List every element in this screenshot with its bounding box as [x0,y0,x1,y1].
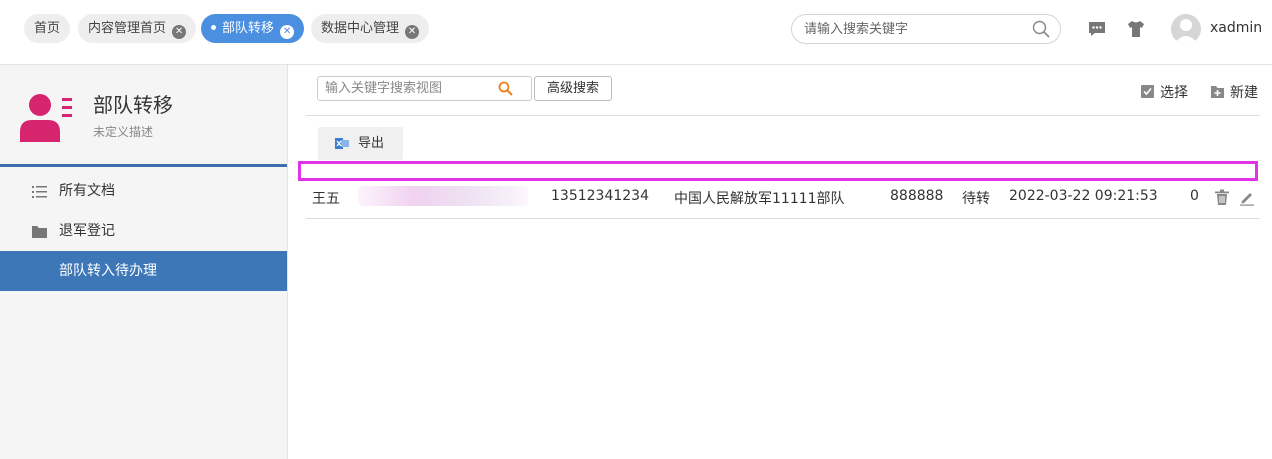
toolbar-divider [306,115,1260,116]
close-icon[interactable]: ✕ [405,25,420,39]
edit-icon[interactable] [1239,189,1255,206]
cell-status: 待转 [962,191,990,207]
new-label: 新建 [1230,85,1258,101]
close-icon[interactable]: ✕ [172,25,187,39]
table-row[interactable]: 王五 13512341234 中国人民解放军11111部队 888888 待转 … [306,177,1260,219]
sidebar-item-retirement-registration[interactable]: 退军登记 [0,211,287,251]
search-icon[interactable] [498,81,513,96]
global-search [791,14,1061,44]
redacted-id-number [358,186,528,206]
export-label: 导出 [358,136,385,151]
export-button[interactable]: 导出 [318,127,403,160]
keyword-search-input[interactable] [325,77,500,100]
main-content: 高级搜索 选择 新建 导出 王五 13512341234 中国人民解放军1111… [288,65,1272,459]
active-dot-icon [211,25,216,30]
tab-home[interactable]: 首页 [24,14,71,43]
cell-code: 888888 [890,188,944,204]
cell-name: 王五 [312,191,340,207]
add-folder-icon [1211,86,1224,98]
cell-unit: 中国人民解放军11111部队 [674,191,845,207]
folder-icon [32,226,47,238]
select-button[interactable]: 选择 [1141,82,1188,102]
cell-time: 2022-03-22 09:21:53 [1009,188,1158,204]
user-avatar-icon [1174,19,1198,44]
sidebar-item-label: 部队转入待办理 [59,263,157,279]
tab-content-management[interactable]: 内容管理首页 ✕ [78,14,197,43]
search-input[interactable] [804,15,1024,43]
message-icon[interactable] [1087,19,1107,39]
tab-label: 部队转移 [222,21,275,36]
new-button[interactable]: 新建 [1211,82,1258,102]
shirt-icon[interactable] [1126,19,1146,39]
sidebar: 部队转移 未定义描述 所有文档 退军登记 部队转入待办理 [0,65,288,459]
view-search [317,76,532,101]
avatar[interactable] [1171,14,1201,44]
search-icon[interactable] [1032,20,1050,38]
sidebar-description: 未定义描述 [93,125,154,139]
tab-troop-transfer[interactable]: 部队转移 ✕ [201,14,305,43]
trash-icon[interactable] [1214,189,1230,206]
tab-label: 数据中心管理 [321,21,400,36]
sidebar-header: 部队转移 未定义描述 [0,65,287,167]
top-bar: 首页 内容管理首页 ✕ 部队转移 ✕ 数据中心管理 ✕ xadmin [0,0,1272,65]
close-icon[interactable]: ✕ [280,25,295,39]
checkbox-icon [1141,85,1154,98]
tab-data-center[interactable]: 数据中心管理 ✕ [311,14,430,43]
sidebar-item-label: 所有文档 [59,183,115,199]
tab-label: 内容管理首页 [88,21,167,36]
sidebar-item-pending-transfer[interactable]: 部队转入待办理 [0,251,287,291]
user-list-icon [20,94,72,142]
select-label: 选择 [1160,85,1188,101]
sidebar-item-all-documents[interactable]: 所有文档 [0,171,287,211]
tab-label: 首页 [34,21,61,36]
cell-phone: 13512341234 [551,188,649,204]
list-icon [32,186,47,198]
excel-icon [335,138,349,149]
sidebar-item-label: 退军登记 [59,223,115,239]
cell-count: 0 [1190,188,1199,204]
advanced-search-button[interactable]: 高级搜索 [534,76,612,101]
username[interactable]: xadmin [1210,20,1262,36]
sidebar-title: 部队转移 [93,93,173,117]
